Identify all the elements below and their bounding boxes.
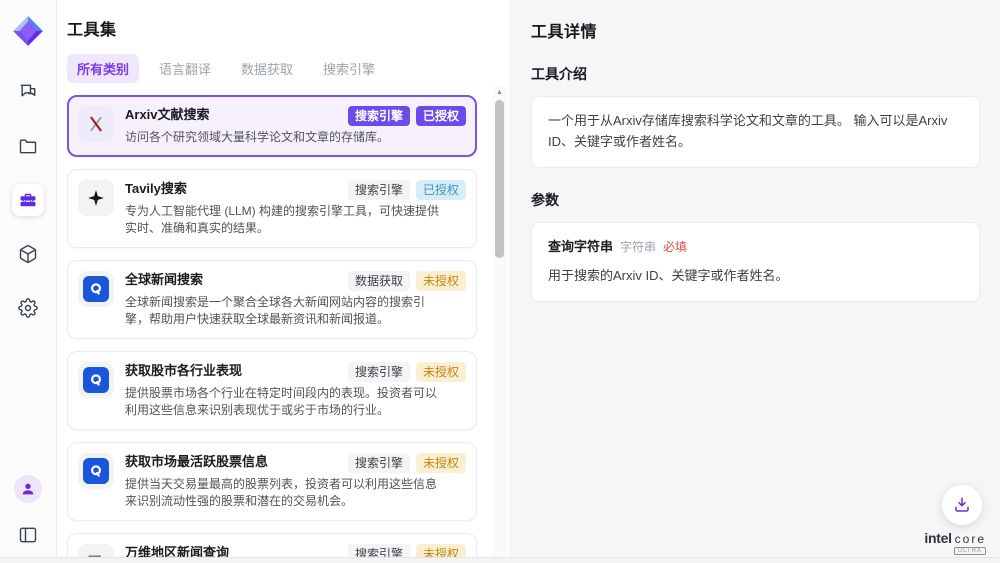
- app-logo-icon: [11, 14, 45, 48]
- tool-category-badge: 搜索引擎: [348, 180, 410, 200]
- tool-category-badge: 搜索引擎: [348, 453, 410, 473]
- app-window: 工具集 所有类别语言翻译数据获取搜索引擎 Arxiv文献搜索搜索引擎已授权访问各…: [0, 0, 1000, 563]
- page-title: 工具集: [67, 16, 509, 40]
- tool-auth-badge: 未授权: [416, 362, 466, 382]
- sidebar: [0, 0, 57, 563]
- download-icon: [953, 496, 971, 514]
- detail-title: 工具详情: [531, 18, 980, 42]
- params-heading: 参数: [531, 190, 980, 210]
- sidebar-item-settings[interactable]: [12, 292, 44, 324]
- tool-category-badge: 搜索引擎: [348, 362, 410, 382]
- tool-title: 全球新闻搜索: [125, 271, 203, 289]
- intro-card: 一个用于从Arxiv存储库搜索科学论文和文章的工具。 输入可以是Arxiv ID…: [531, 96, 980, 168]
- tool-detail-panel: 工具详情 工具介绍 一个用于从Arxiv存储库搜索科学论文和文章的工具。 输入可…: [509, 0, 1000, 563]
- tool-category-badge: 数据获取: [348, 271, 410, 291]
- sidebar-item-chat[interactable]: [12, 76, 44, 108]
- sidebar-nav: [12, 76, 44, 324]
- arxiv-tool-icon: [78, 106, 114, 142]
- sidebar-item-tools[interactable]: [12, 184, 44, 216]
- ultra-badge: Ultra: [954, 547, 986, 555]
- qblue-tool-icon: [78, 271, 114, 307]
- gear-icon: [18, 298, 38, 318]
- list-scrollbar[interactable]: ▲: [493, 86, 506, 563]
- folder-icon: [18, 136, 38, 156]
- tool-title: Tavily搜索: [125, 180, 187, 198]
- tool-auth-badge: 未授权: [416, 453, 466, 473]
- param-card: 查询字符串 字符串 必填 用于搜索的Arxiv ID、关键字或作者姓名。: [531, 222, 980, 303]
- user-avatar[interactable]: [14, 475, 42, 503]
- cube-icon: [18, 244, 38, 264]
- tab-category-0[interactable]: 所有类别: [67, 54, 139, 83]
- tab-category-1[interactable]: 语言翻译: [149, 54, 221, 83]
- qblue-tool-icon: [78, 362, 114, 398]
- tool-title: 获取市场最活跃股票信息: [125, 453, 268, 471]
- tool-description: 访问各个研究领域大量科学论文和文章的存储库。: [125, 129, 443, 146]
- tool-card[interactable]: 全球新闻搜索 数据获取未授权全球新闻搜索是一个聚合全球各大新闻网站内容的搜索引擎，…: [67, 260, 477, 339]
- tool-title: 获取股市各行业表现: [125, 362, 242, 380]
- qblue-tool-icon: [78, 453, 114, 489]
- tool-card-list: Arxiv文献搜索搜索引擎已授权访问各个研究领域大量科学论文和文章的存储库。Ta…: [67, 95, 477, 563]
- category-tabs: 所有类别语言翻译数据获取搜索引擎: [67, 54, 509, 83]
- tool-card[interactable]: Tavily搜索 搜索引擎已授权专为人工智能代理 (LLM) 构建的搜索引擎工具，…: [67, 169, 477, 248]
- param-name: 查询字符串: [548, 237, 613, 258]
- core-wordmark: core: [955, 532, 986, 546]
- tool-description: 提供当天交易量最高的股票列表，投资者可以利用这些信息来识别流动性强的股票和潜在的…: [125, 476, 443, 510]
- param-required-badge: 必填: [663, 238, 687, 257]
- sidebar-item-models[interactable]: [12, 238, 44, 270]
- chat-icon: [18, 82, 38, 102]
- tool-list-panel: 工具集 所有类别语言翻译数据获取搜索引擎 Arxiv文献搜索搜索引擎已授权访问各…: [57, 0, 509, 563]
- intel-core-logo: intel core Ultra: [924, 530, 986, 555]
- tool-card[interactable]: 获取股市各行业表现 搜索引擎未授权提供股票市场各个行业在特定时间段内的表现。投资者…: [67, 351, 477, 430]
- tool-auth-badge: 已授权: [416, 106, 466, 126]
- tool-description: 全球新闻搜索是一个聚合全球各大新闻网站内容的搜索引擎，帮助用户快速获取全球最新资…: [125, 294, 443, 328]
- tool-card[interactable]: Arxiv文献搜索 搜索引擎已授权访问各个研究领域大量科学论文和文章的存储库。: [67, 95, 477, 157]
- param-description: 用于搜索的Arxiv ID、关键字或作者姓名。: [548, 266, 963, 287]
- toolbox-icon: [18, 190, 38, 210]
- tool-auth-badge: 未授权: [416, 271, 466, 291]
- intro-text: 一个用于从Arxiv存储库搜索科学论文和文章的工具。 输入可以是Arxiv ID…: [548, 113, 947, 149]
- intro-heading: 工具介绍: [531, 64, 980, 84]
- tavily-tool-icon: [78, 180, 114, 216]
- tool-description: 专为人工智能代理 (LLM) 构建的搜索引擎工具，可快速提供实时、准确和真实的结…: [125, 203, 443, 237]
- tool-title: Arxiv文献搜索: [125, 106, 210, 124]
- sidebar-item-folder[interactable]: [12, 130, 44, 162]
- tool-category-badge: 搜索引擎: [348, 106, 410, 126]
- tool-auth-badge: 已授权: [416, 180, 466, 200]
- tool-description: 提供股票市场各个行业在特定时间段内的表现。投资者可以利用这些信息来识别表现优于或…: [125, 385, 443, 419]
- sidebar-collapse-icon[interactable]: [12, 519, 44, 551]
- intel-wordmark: intel: [924, 530, 951, 546]
- tab-category-3[interactable]: 搜索引擎: [313, 54, 385, 83]
- tab-category-2[interactable]: 数据获取: [231, 54, 303, 83]
- scroll-up-icon[interactable]: ▲: [493, 86, 506, 99]
- param-type: 字符串: [620, 238, 656, 257]
- scrollbar-thumb[interactable]: [495, 100, 504, 258]
- window-bottom-edge: [0, 557, 1000, 563]
- tool-card[interactable]: 获取市场最活跃股票信息 搜索引擎未授权提供当天交易量最高的股票列表，投资者可以利用…: [67, 442, 477, 521]
- download-button[interactable]: [942, 485, 982, 525]
